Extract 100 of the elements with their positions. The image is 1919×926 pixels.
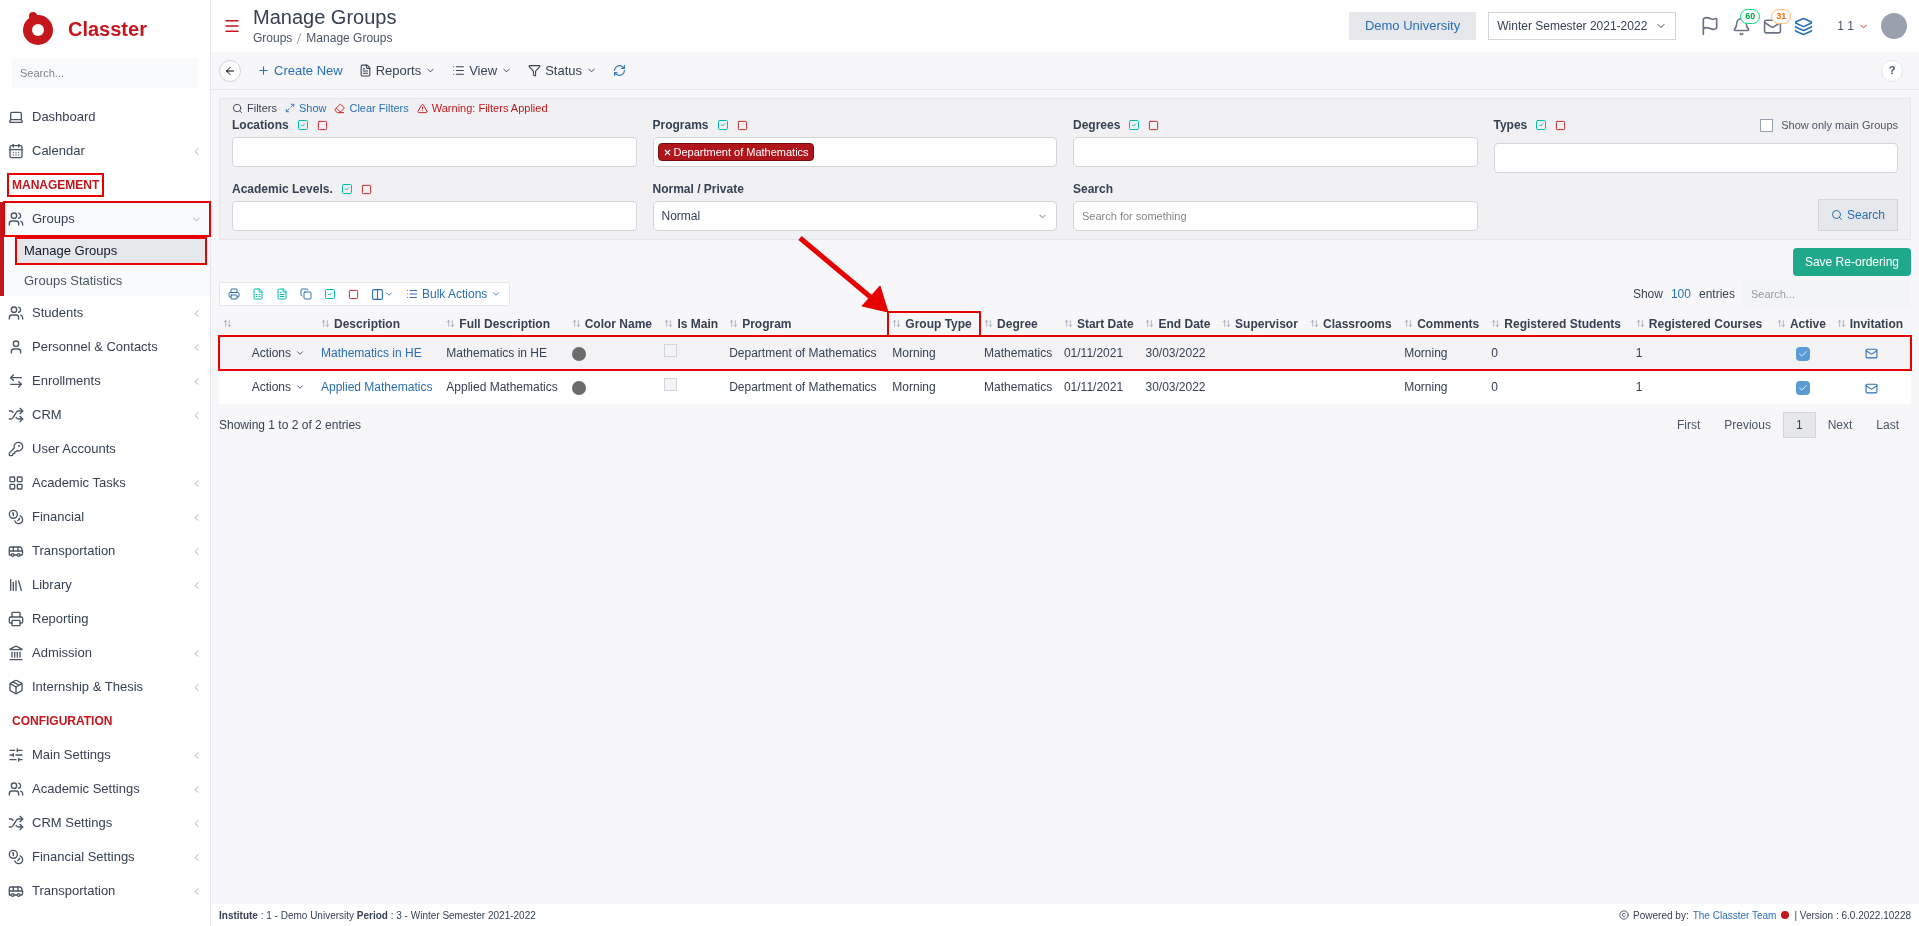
filter-tag[interactable]: Department of Mathematics xyxy=(657,142,814,162)
multiselect-field[interactable]: Department of Mathematics xyxy=(652,137,1057,167)
show-link[interactable]: Show xyxy=(284,99,327,117)
column-header[interactable]: Comments xyxy=(1417,316,1480,331)
submenu-item[interactable]: Manage Groups xyxy=(16,238,206,264)
sidebar-item[interactable]: User Accounts xyxy=(0,432,210,466)
deselect-icon[interactable] xyxy=(316,119,328,131)
sidebar-item[interactable]: Groups xyxy=(4,202,210,236)
select-all-icon[interactable] xyxy=(1128,119,1141,131)
sort-icon[interactable] xyxy=(1491,318,1501,328)
column-header[interactable]: End Date xyxy=(1158,316,1211,331)
sort-icon[interactable] xyxy=(729,318,739,328)
column-header[interactable]: Color Name xyxy=(584,316,652,331)
column-header[interactable]: Registered Courses xyxy=(1648,316,1763,331)
layers-icon[interactable] xyxy=(1794,16,1814,36)
sidebar-item[interactable]: Financial Settings xyxy=(0,840,210,874)
menu-button[interactable]: Reports xyxy=(358,60,437,81)
entries-count[interactable]: 100 xyxy=(1670,285,1691,303)
search-button[interactable]: Search xyxy=(1817,199,1898,231)
column-header[interactable]: Full Description xyxy=(459,316,550,331)
group-link[interactable]: Mathematics in HE xyxy=(321,346,422,360)
sidebar-item[interactable]: Transportation xyxy=(0,874,210,908)
column-header[interactable]: Active xyxy=(1789,316,1826,331)
sidebar-item[interactable]: Reporting xyxy=(0,602,210,636)
sort-icon[interactable] xyxy=(664,318,674,328)
sort-icon[interactable] xyxy=(1145,318,1155,328)
select-field[interactable]: Normal xyxy=(652,201,1057,231)
sidebar-item[interactable]: Admission xyxy=(0,636,210,670)
refresh-icon[interactable] xyxy=(613,64,626,77)
select-all-icon[interactable] xyxy=(1535,119,1548,131)
avatar[interactable] xyxy=(1881,13,1907,39)
deselect-icon[interactable] xyxy=(360,183,372,195)
column-header[interactable]: Is Main xyxy=(677,316,719,331)
select-all-icon[interactable] xyxy=(716,119,729,131)
checkbox[interactable] xyxy=(1760,118,1774,132)
column-header[interactable]: Invitation xyxy=(1849,316,1904,331)
multiselect-field[interactable] xyxy=(232,137,637,167)
page-button[interactable]: Next xyxy=(1815,412,1865,438)
checkbox[interactable] xyxy=(1795,381,1810,396)
sort-icon[interactable] xyxy=(223,318,232,328)
institution-button[interactable]: Demo University xyxy=(1348,12,1477,40)
sort-icon[interactable] xyxy=(1404,318,1414,328)
sort-icon[interactable] xyxy=(984,318,994,328)
mail-icon[interactable] xyxy=(1865,381,1879,395)
column-header[interactable]: Group Type xyxy=(905,316,972,331)
back-button[interactable] xyxy=(219,59,241,82)
sidebar-item[interactable]: Library xyxy=(0,568,210,602)
sidebar-item[interactable]: CRM Settings xyxy=(0,806,210,840)
deselect-icon[interactable] xyxy=(1148,119,1160,131)
menu-button[interactable]: View xyxy=(452,60,513,81)
sort-icon[interactable] xyxy=(1063,318,1073,328)
deselect-icon[interactable] xyxy=(1555,119,1567,131)
breadcrumb-item[interactable]: Manage Groups xyxy=(306,29,393,47)
actions-button[interactable]: Actions xyxy=(227,344,313,362)
page-button[interactable]: Previous xyxy=(1712,412,1783,438)
sidebar-item[interactable]: Dashboard xyxy=(0,100,210,134)
columns-icon[interactable] xyxy=(371,287,394,301)
deselect-icon[interactable] xyxy=(348,288,359,300)
actions-button[interactable]: Actions xyxy=(227,378,313,397)
sidebar-item[interactable]: Academic Settings xyxy=(0,772,210,806)
sidebar-item[interactable]: Students xyxy=(0,296,210,330)
bulk-actions-button[interactable]: Bulk Actions xyxy=(406,285,502,303)
sidebar-item[interactable]: Enrollments xyxy=(0,364,210,398)
sidebar-item[interactable]: Personnel & Contacts xyxy=(0,330,210,364)
team-link[interactable]: The Classter Team xyxy=(1692,907,1777,923)
breadcrumb-item[interactable]: Groups xyxy=(253,29,293,47)
sidebar-item[interactable]: Transportation xyxy=(0,534,210,568)
sidebar-item[interactable]: Main Settings xyxy=(0,738,210,772)
create-button[interactable]: Create New xyxy=(257,60,343,81)
sidebar-item[interactable]: Academic Tasks xyxy=(0,466,210,500)
sort-icon[interactable] xyxy=(892,318,902,328)
sort-icon[interactable] xyxy=(1776,318,1786,328)
search-field[interactable]: Search... xyxy=(12,58,198,88)
sort-icon[interactable] xyxy=(1310,318,1319,328)
checkbox[interactable] xyxy=(1795,346,1810,361)
group-link[interactable]: Applied Mathematics xyxy=(321,380,433,395)
sort-icon[interactable] xyxy=(446,318,456,328)
select-all-icon[interactable] xyxy=(340,183,353,195)
deselect-icon[interactable] xyxy=(736,119,748,131)
search-field[interactable]: Search for something xyxy=(1073,201,1478,231)
column-header[interactable]: Supervisor xyxy=(1235,316,1298,331)
sort-icon[interactable] xyxy=(1836,318,1846,328)
column-header[interactable]: Classrooms xyxy=(1323,316,1392,331)
column-header[interactable]: Degree xyxy=(997,316,1038,331)
sort-icon[interactable] xyxy=(321,318,330,328)
print-icon[interactable] xyxy=(228,288,240,300)
sort-icon[interactable] xyxy=(571,318,581,328)
page-button[interactable]: First xyxy=(1664,412,1713,438)
menu-icon[interactable] xyxy=(223,17,241,35)
multiselect-field[interactable] xyxy=(1073,137,1478,167)
select-all-icon[interactable] xyxy=(296,119,309,131)
flag-icon[interactable] xyxy=(1700,16,1721,36)
sort-icon[interactable] xyxy=(1635,318,1645,328)
select-all-icon[interactable] xyxy=(324,288,336,300)
mail-icon[interactable] xyxy=(1865,347,1879,361)
help-button[interactable]: ? xyxy=(1881,59,1903,82)
column-header[interactable]: Start Date xyxy=(1076,316,1134,331)
checkbox[interactable] xyxy=(664,378,678,392)
user-name[interactable]: 1 1 xyxy=(1837,17,1854,35)
submenu-item[interactable]: Groups Statistics xyxy=(16,268,206,294)
